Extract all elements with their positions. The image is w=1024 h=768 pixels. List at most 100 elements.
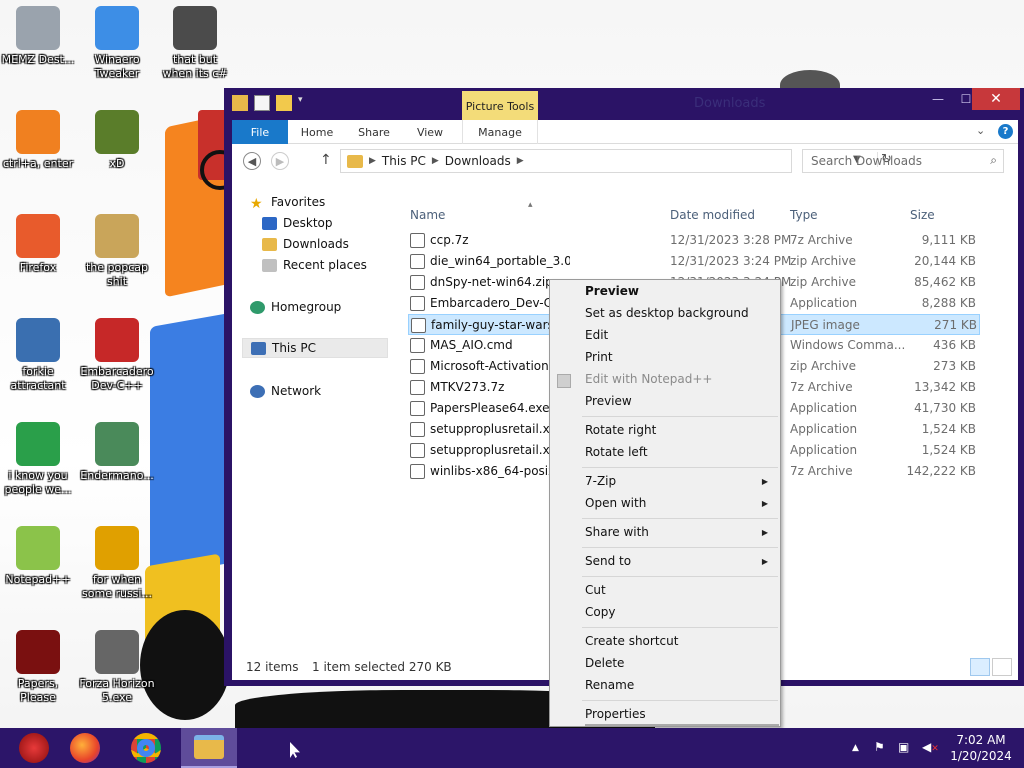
breadcrumb-separator[interactable]: ▶ <box>432 156 439 166</box>
desktop-icon[interactable]: Forza Horizon 5.exe <box>79 630 155 705</box>
desktop-icon[interactable]: the popcap shit <box>79 214 155 289</box>
menu-share-with[interactable]: Share with <box>585 525 649 539</box>
nav-desktop[interactable]: Desktop <box>262 213 333 233</box>
menu-send-to[interactable]: Send to <box>585 554 631 568</box>
action-center-flag-icon[interactable]: ⚑ <box>874 740 885 754</box>
nav-recent-label: Recent places <box>283 258 367 272</box>
menu-open-with[interactable]: Open with <box>585 496 646 510</box>
large-icons-view-button[interactable] <box>992 658 1012 676</box>
title-bar[interactable]: ▾ Picture Tools Downloads — ☐ ✕ <box>224 88 1024 121</box>
new-folder-icon[interactable] <box>276 95 292 111</box>
menu-edit-with-notepad[interactable]: Edit with Notepad++ <box>585 372 712 386</box>
sort-arrow-icon: ▴ <box>528 200 533 210</box>
breadcrumb-downloads[interactable]: Downloads <box>445 154 511 168</box>
search-icon[interactable]: ⌕ <box>990 153 997 168</box>
navigation-pane: ★ Favorites Desktop Downloads Recent pla… <box>232 178 398 648</box>
column-name[interactable]: Name <box>410 208 445 222</box>
file-row[interactable]: die_win64_portable_3.09_x64.zip 12/31/202… <box>408 251 980 272</box>
menu-set-desktop-background[interactable]: Set as desktop background <box>585 306 749 320</box>
menu-preview-default[interactable]: Preview <box>585 284 639 298</box>
app-icon <box>16 422 60 466</box>
desktop-icon[interactable]: Papers, Please <box>0 630 76 705</box>
network-tray-icon[interactable]: ▣ <box>898 740 909 754</box>
column-size[interactable]: Size <box>910 208 935 222</box>
menu-properties[interactable]: Properties <box>585 707 646 721</box>
file-type: Application <box>790 443 858 457</box>
breadcrumb-separator[interactable]: ▶ <box>517 156 524 166</box>
desktop-icon-label: Forza Horizon 5.exe <box>79 677 155 704</box>
file-row[interactable]: ccp.7z 12/31/2023 3:28 PM 7z Archive 9,111 … <box>408 230 980 251</box>
app-icon <box>95 110 139 154</box>
nav-homegroup[interactable]: Homegroup <box>250 297 341 317</box>
nav-recent-places[interactable]: Recent places <box>262 255 367 275</box>
app-icon <box>95 630 139 674</box>
desktop-icon[interactable]: Endermano... <box>79 422 155 483</box>
nav-this-pc[interactable]: This PC <box>242 338 388 358</box>
customize-arrow-icon[interactable]: ▾ <box>298 95 308 111</box>
nav-network[interactable]: Network <box>250 381 321 401</box>
desktop-icon[interactable]: forkie attractant <box>0 318 76 393</box>
desktop-icon[interactable]: that but when its c# <box>157 6 233 81</box>
desktop-icon[interactable]: for when some russi... <box>79 526 155 601</box>
desktop-icon[interactable]: Winaero Tweaker <box>79 6 155 81</box>
nav-downloads[interactable]: Downloads <box>262 234 349 254</box>
folder-icon[interactable] <box>232 95 248 111</box>
menu-copy[interactable]: Copy <box>585 605 615 619</box>
menu-7zip[interactable]: 7-Zip <box>585 474 616 488</box>
column-date-modified[interactable]: Date modified <box>670 208 755 222</box>
up-button[interactable]: ↑ <box>320 152 332 168</box>
file-size: 271 KB <box>934 318 977 332</box>
desktop-icon[interactable]: ctrl+a, enter <box>0 110 76 171</box>
column-type[interactable]: Type <box>790 208 818 222</box>
tab-home[interactable]: Home <box>294 120 340 144</box>
help-icon[interactable]: ? <box>998 124 1013 139</box>
wallpaper-blue-shape <box>150 312 230 578</box>
ribbon-tabs: File Home Share View Manage ⌄ ? <box>232 120 1018 144</box>
tab-file[interactable]: File <box>232 120 288 144</box>
menu-create-shortcut[interactable]: Create shortcut <box>585 634 678 648</box>
desktop-icon[interactable]: Embarcadero Dev-C++ <box>79 318 155 393</box>
taskbar-chrome[interactable] <box>118 728 174 768</box>
file-size: 1,524 KB <box>921 443 976 457</box>
show-hidden-icons[interactable]: ▲ <box>852 743 859 753</box>
menu-rename[interactable]: Rename <box>585 678 634 692</box>
menu-cut[interactable]: Cut <box>585 583 606 597</box>
desktop-icon[interactable]: Notepad++ <box>0 526 76 587</box>
address-bar[interactable]: ▶ This PC ▶ Downloads ▶ ▼ ↻ <box>340 149 892 173</box>
desktop-icon[interactable]: MEMZ Dest... <box>0 6 76 67</box>
close-button[interactable]: ✕ <box>972 88 1020 110</box>
desktop-icon[interactable]: xD <box>79 110 155 171</box>
taskbar-firefox[interactable] <box>57 728 113 768</box>
quick-access-toolbar: ▾ <box>232 95 308 111</box>
expand-ribbon-icon[interactable]: ⌄ <box>976 124 985 137</box>
tab-manage[interactable]: Manage <box>462 120 538 144</box>
menu-preview[interactable]: Preview <box>585 394 632 408</box>
details-view-button[interactable] <box>970 658 990 676</box>
menu-edit[interactable]: Edit <box>585 328 608 342</box>
menu-print[interactable]: Print <box>585 350 613 364</box>
minimize-button[interactable]: — <box>924 88 952 110</box>
file-name: die_win64_portable_3.09_x64.zip <box>430 254 570 268</box>
menu-rotate-left[interactable]: Rotate left <box>585 445 648 459</box>
file-type: Application <box>790 401 858 415</box>
menu-rotate-right[interactable]: Rotate right <box>585 423 656 437</box>
tab-view[interactable]: View <box>408 120 452 144</box>
desktop-icon <box>262 216 277 230</box>
breadcrumb-separator[interactable]: ▶ <box>369 156 376 166</box>
breadcrumb-this-pc[interactable]: This PC <box>382 154 426 168</box>
taskbar-file-explorer[interactable] <box>181 728 237 768</box>
file-icon <box>410 422 425 437</box>
tab-share[interactable]: Share <box>348 120 400 144</box>
desktop-icon[interactable]: Firefox <box>0 214 76 275</box>
start-button[interactable] <box>6 728 62 768</box>
search-input[interactable]: Search Downloads ⌕ <box>802 149 1004 173</box>
app-icon <box>16 318 60 362</box>
menu-delete[interactable]: Delete <box>585 656 624 670</box>
desktop-icon[interactable]: i know you people we... <box>0 422 76 497</box>
forward-button[interactable]: ▶ <box>271 152 289 170</box>
properties-icon[interactable] <box>254 95 270 111</box>
volume-muted-icon[interactable]: ◀✕ <box>922 740 939 754</box>
clock[interactable]: 7:02 AM 1/20/2024 <box>950 732 1012 764</box>
nav-favorites[interactable]: ★ Favorites <box>250 192 325 212</box>
back-button[interactable]: ◀ <box>243 152 261 170</box>
